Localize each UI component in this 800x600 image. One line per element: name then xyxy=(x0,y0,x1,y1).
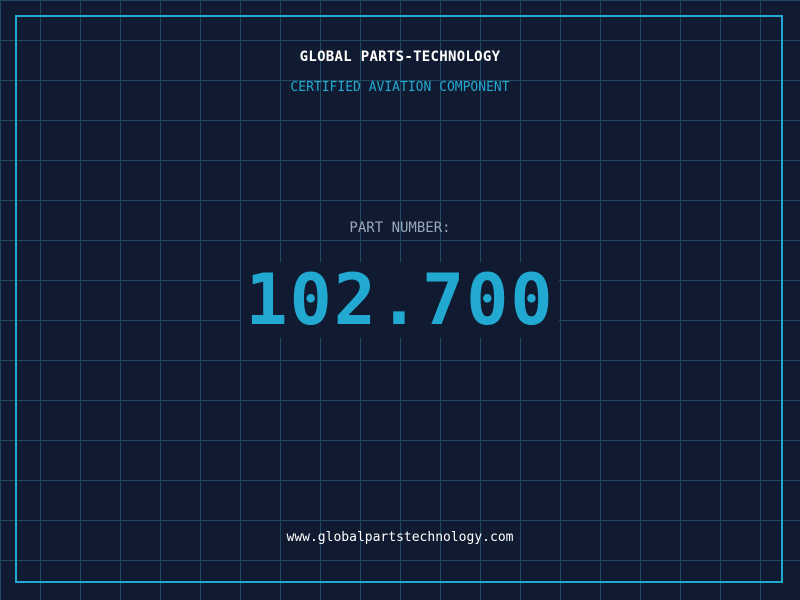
certification-subtitle: CERTIFIED AVIATION COMPONENT xyxy=(290,80,510,95)
part-number-value: 102.700 xyxy=(241,262,559,338)
company-name: GLOBAL PARTS-TECHNOLOGY xyxy=(299,49,501,65)
label-card: GLOBAL PARTS-TECHNOLOGY CERTIFIED AVIATI… xyxy=(0,0,800,600)
part-number-label: PART NUMBER: xyxy=(349,220,451,236)
part-number-container: 102.700 xyxy=(0,262,800,338)
website-url: www.globalpartstechnology.com xyxy=(286,530,514,545)
